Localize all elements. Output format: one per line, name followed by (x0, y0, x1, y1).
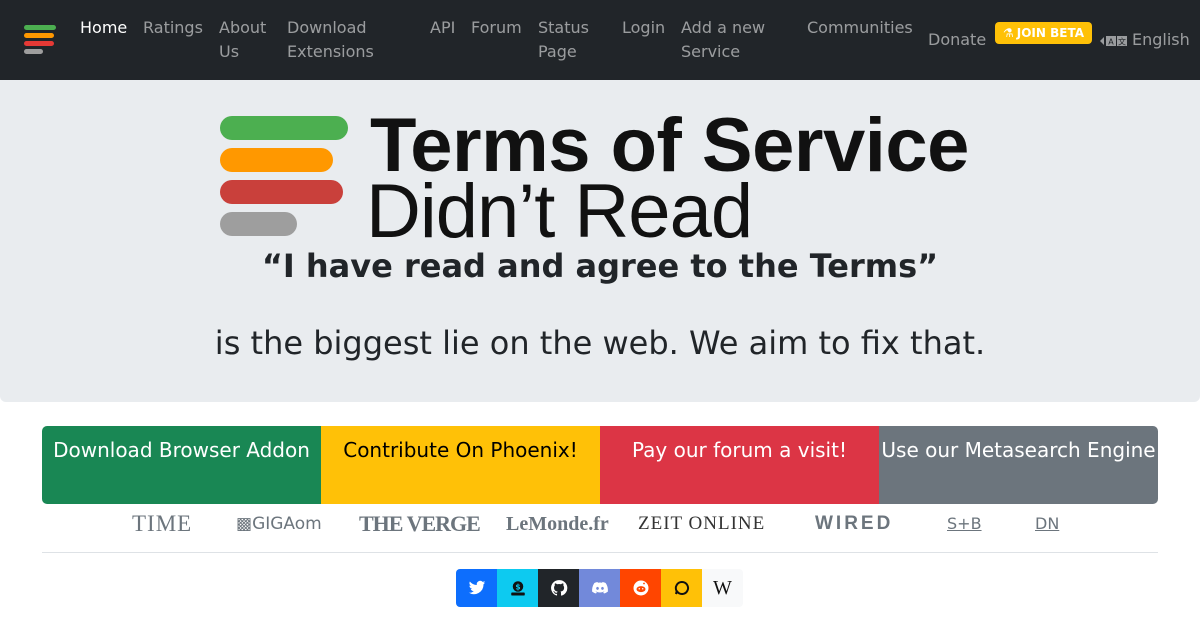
nav-download-extensions[interactable]: Download Extensions (287, 16, 397, 64)
press-sb-link[interactable]: S+B (947, 510, 982, 538)
translate-icon: A 文 (1100, 35, 1127, 46)
language-label: English (1132, 30, 1190, 49)
nav-home[interactable]: Home (80, 16, 127, 40)
social-links: $ W (456, 569, 743, 607)
join-beta-badge[interactable]: ⚗ JOIN BETA (995, 22, 1093, 44)
site-logo-icon[interactable] (24, 24, 56, 56)
matrix-chat-icon[interactable] (661, 569, 702, 607)
wikipedia-icon[interactable]: W (702, 569, 743, 607)
press-wired-logo[interactable]: WIRED (815, 510, 893, 538)
flask-icon: ⚗ (1003, 26, 1014, 40)
nav-ratings[interactable]: Ratings (143, 16, 203, 40)
visit-forum-button[interactable]: Pay our forum a visit! (600, 426, 879, 504)
nav-forum[interactable]: Forum (471, 16, 522, 40)
nav-communities[interactable]: Communities (807, 16, 913, 40)
nav-about-us[interactable]: About Us (219, 16, 275, 64)
nav-donate[interactable]: Donate (928, 28, 986, 52)
discord-icon[interactable] (579, 569, 620, 607)
reddit-icon[interactable] (620, 569, 661, 607)
hero-quote: “I have read and agree to the Terms” (261, 247, 939, 285)
press-verge-logo[interactable]: THE VERGE (359, 510, 481, 538)
section-divider (42, 552, 1158, 553)
gigaom-label: GIGAom (252, 514, 322, 534)
tosdr-logo-icon (220, 116, 350, 238)
nav-api[interactable]: API (430, 16, 455, 40)
svg-text:$: $ (515, 583, 520, 592)
svg-text:A: A (1108, 37, 1114, 46)
metasearch-button[interactable]: Use our Metasearch Engine (879, 426, 1158, 504)
nav-login[interactable]: Login (622, 16, 665, 40)
language-selector[interactable]: A 文 English (1100, 28, 1190, 52)
svg-text:文: 文 (1118, 36, 1126, 46)
github-icon[interactable] (538, 569, 579, 607)
donate-icon[interactable]: $ (497, 569, 538, 607)
action-button-group: Download Browser Addon Contribute On Pho… (42, 426, 1158, 504)
contribute-phoenix-button[interactable]: Contribute On Phoenix! (321, 426, 600, 504)
gigaom-mark-icon: ▩ (236, 514, 253, 534)
hero-section: Terms of Service Didn’t Read “I have rea… (0, 80, 1200, 402)
press-time-logo[interactable]: TIME (132, 510, 192, 538)
brand-title-line2: Didn’t Read (366, 169, 753, 254)
press-lemonde-logo[interactable]: LeMonde.fr (506, 510, 609, 538)
nav-add-service[interactable]: Add a new Service (681, 16, 781, 64)
press-dn-link[interactable]: DN (1035, 510, 1059, 538)
top-navbar: Home Ratings About Us Download Extension… (0, 0, 1200, 80)
nav-status-page[interactable]: Status Page (538, 16, 600, 64)
press-zeit-logo[interactable]: ZEIT ONLINE (638, 510, 765, 538)
twitter-icon[interactable] (456, 569, 497, 607)
hero-tagline: is the biggest lie on the web. We aim to… (214, 324, 986, 362)
join-beta-label: JOIN BETA (1016, 26, 1085, 40)
download-addon-button[interactable]: Download Browser Addon (42, 426, 321, 504)
press-gigaom-logo[interactable]: ▩GIGAom (236, 510, 322, 538)
